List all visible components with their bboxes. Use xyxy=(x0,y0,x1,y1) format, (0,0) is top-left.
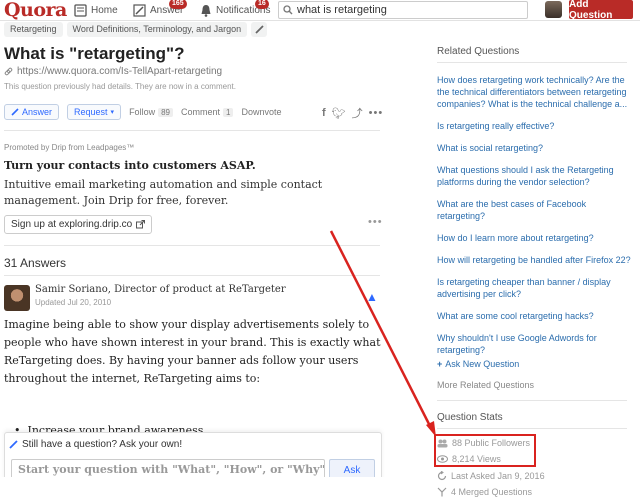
divider xyxy=(437,400,627,401)
stat-merged-text: 4 Merged Questions xyxy=(451,487,533,497)
stats-heading: Question Stats xyxy=(437,412,503,423)
related-question[interactable]: How do I learn more about retargeting? xyxy=(437,232,633,244)
add-question-button[interactable]: Add Question xyxy=(569,0,633,21)
related-question[interactable]: What is social retargeting? xyxy=(437,142,633,154)
promo-title[interactable]: Turn your contacts into customers ASAP. xyxy=(4,159,256,172)
related-questions: How does retargeting work technically? A… xyxy=(437,74,633,366)
related-question[interactable]: What are the best cases of Facebook reta… xyxy=(437,198,633,222)
author-name[interactable]: Samir Soriano, Director of product at Re… xyxy=(35,284,286,295)
merge-icon xyxy=(437,487,447,497)
edit-topics-button[interactable] xyxy=(251,22,268,37)
comment-count: 1 xyxy=(223,107,234,117)
upvote-icon[interactable]: ▲ xyxy=(366,290,378,304)
more-options-icon[interactable]: ••• xyxy=(369,107,384,119)
user-avatar[interactable] xyxy=(545,1,562,18)
external-link-icon xyxy=(136,220,146,229)
question-title: What is "retargeting"? xyxy=(4,44,185,63)
comment-label: Comment xyxy=(180,107,220,117)
follow-button[interactable]: Follow 89 xyxy=(129,107,173,117)
chevron-down-icon: ▾ xyxy=(110,109,115,116)
question-note: This question previously had details. Th… xyxy=(4,82,236,91)
pencil-icon xyxy=(9,440,18,449)
link-icon xyxy=(4,67,13,76)
pencil-icon xyxy=(254,25,264,34)
answer-button[interactable]: Answer xyxy=(4,104,60,120)
divider xyxy=(437,62,627,63)
promo-label: Promoted by Drip from Leadpages™ xyxy=(4,143,135,152)
comment-button[interactable]: Comment 1 xyxy=(180,107,234,117)
downvote-button[interactable]: Downvote xyxy=(241,107,281,117)
topic-tag[interactable]: Retargeting xyxy=(4,22,63,37)
related-question[interactable]: How does retargeting work technically? A… xyxy=(437,74,633,110)
promo-body: Intuitive email marketing automation and… xyxy=(4,178,323,207)
stat-last-asked: Last Asked Jan 9, 2016 xyxy=(437,471,545,481)
more-options-icon[interactable]: ••• xyxy=(368,216,383,228)
related-heading: Related Questions xyxy=(437,46,520,57)
ask-button[interactable]: Ask xyxy=(329,459,375,477)
request-button[interactable]: Request ▾ xyxy=(67,104,122,120)
follow-label: Follow xyxy=(129,107,156,117)
ask-new-question-link[interactable]: + Ask New Question xyxy=(437,359,519,369)
answer-date: Updated Jul 20, 2010 xyxy=(35,298,112,307)
question-link[interactable]: https://www.quora.com/Is-TellApart-retar… xyxy=(4,66,222,77)
topic-list: Retargeting Word Definitions, Terminolog… xyxy=(4,22,268,37)
ask-question-input[interactable]: Start your question with "What", "How", … xyxy=(11,459,325,477)
share-icons: f 🐦︎ ⤴ ••• xyxy=(322,105,383,121)
divider xyxy=(4,130,380,131)
more-related-link[interactable]: More Related Questions xyxy=(437,380,534,390)
follow-count: 89 xyxy=(158,107,173,117)
topic-tag[interactable]: Word Definitions, Terminology, and Jargo… xyxy=(66,22,248,37)
request-button-label: Request xyxy=(74,107,108,117)
ask-new-label: Ask New Question xyxy=(445,359,520,369)
pencil-icon xyxy=(11,108,19,116)
stat-merged[interactable]: 4 Merged Questions xyxy=(437,487,532,497)
answer-button-label: Answer xyxy=(22,107,53,117)
related-question[interactable]: What questions should I ask the Retarget… xyxy=(437,164,633,188)
related-question[interactable]: What are some cool retargeting hacks? xyxy=(437,310,633,322)
divider xyxy=(4,245,380,246)
plus-icon: + xyxy=(437,359,443,369)
ask-prompt-text: Still have a question? Ask your own! xyxy=(22,439,183,450)
main-column: Retargeting Word Definitions, Terminolog… xyxy=(0,0,400,477)
divider xyxy=(437,428,627,429)
stat-last-asked-text: Last Asked Jan 9, 2016 xyxy=(451,471,545,481)
related-question[interactable]: Is retargeting really effective? xyxy=(437,120,633,132)
author-avatar[interactable] xyxy=(4,285,30,311)
related-question[interactable]: Why shouldn't I use Google Adwords for r… xyxy=(437,332,633,356)
refresh-icon xyxy=(437,471,447,481)
answer-text: Imagine being able to show your display … xyxy=(4,318,381,385)
related-question[interactable]: Is retargeting cheaper than banner / dis… xyxy=(437,276,633,300)
facebook-icon[interactable]: f xyxy=(322,107,326,119)
promo-signup-button[interactable]: Sign up at exploring.drip.co xyxy=(4,215,153,234)
share-icon[interactable]: ⤴ xyxy=(352,105,363,121)
annotation-highlight-box xyxy=(434,434,536,467)
ask-question-box: Still have a question? Ask your own! Sta… xyxy=(4,432,382,477)
question-link-text: https://www.quora.com/Is-TellApart-retar… xyxy=(17,66,223,77)
divider xyxy=(4,275,380,276)
question-actions: Answer Request ▾ Follow 89 Comment 1 Dow… xyxy=(4,104,281,120)
ask-prompt: Still have a question? Ask your own! xyxy=(9,439,182,450)
answers-count: 31 Answers xyxy=(4,256,67,270)
promo-signup-label: Sign up at exploring.drip.co xyxy=(11,219,133,230)
twitter-icon[interactable]: 🐦︎ xyxy=(332,107,346,120)
related-question[interactable]: How will retargeting be handled after Fi… xyxy=(437,254,633,266)
